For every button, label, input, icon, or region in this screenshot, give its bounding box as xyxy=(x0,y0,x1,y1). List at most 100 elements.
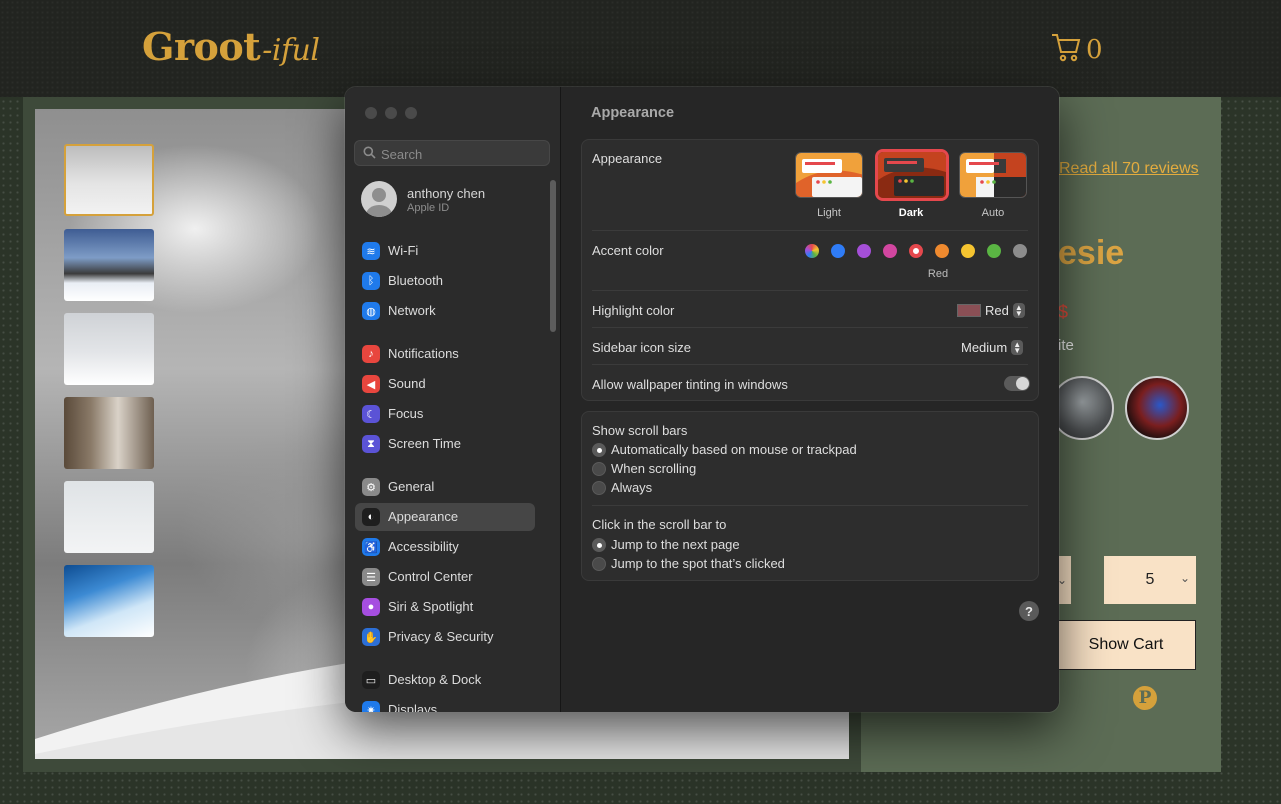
wallpaper-tinting-toggle[interactable] xyxy=(1004,376,1030,391)
accent-color-red[interactable] xyxy=(909,244,923,258)
sidebar-item-general[interactable]: ⚙ General xyxy=(355,473,535,501)
show-cart-button[interactable]: Show Cart xyxy=(1056,620,1196,670)
chevron-down-icon: ⌄ xyxy=(1179,571,1190,585)
site-logo[interactable]: Groot-iful xyxy=(142,24,320,69)
thumbnail-6[interactable] xyxy=(64,565,154,637)
sidebar-scrollbar[interactable] xyxy=(550,180,556,332)
divider xyxy=(592,290,1028,291)
accent-color-orange[interactable] xyxy=(935,244,949,258)
radio-scroll-always[interactable] xyxy=(592,481,606,495)
sidebar-item-label: Accessibility xyxy=(388,539,459,554)
accent-color-green[interactable] xyxy=(987,244,1001,258)
sidebar-item-screen-time[interactable]: ⧗ Screen Time xyxy=(355,430,535,458)
search-field[interactable]: Search xyxy=(354,140,550,166)
sidebar-item-bluetooth[interactable]: ᛒ Bluetooth xyxy=(355,267,535,295)
logo-main: Groot xyxy=(142,24,261,69)
thumbnail-1[interactable] xyxy=(64,144,154,216)
thumbnail-4[interactable] xyxy=(64,397,154,469)
sidebar-item-label: Screen Time xyxy=(388,436,461,451)
sidebar-item-accessibility[interactable]: ♿ Accessibility xyxy=(355,533,535,561)
pinterest-icon[interactable]: P xyxy=(1133,686,1157,710)
sidebar-item-network[interactable]: ◍ Network xyxy=(355,297,535,325)
wifi-icon: ≋ xyxy=(362,242,380,260)
thumbnail-2[interactable] xyxy=(64,229,154,301)
accent-color-pink[interactable] xyxy=(883,244,897,258)
sidebar-item-label: Network xyxy=(388,303,436,318)
click-scroll-bar-label: Click in the scroll bar to xyxy=(592,517,727,532)
appearance-light-option[interactable] xyxy=(795,152,863,198)
logo-suffix: -iful xyxy=(262,33,320,68)
sidebar-item-appearance[interactable]: ◐ Appearance xyxy=(355,503,535,531)
minimize-window-button[interactable] xyxy=(385,107,397,119)
radio-scroll-always-label: Always xyxy=(611,480,653,495)
sidebar-item-desktop-dock[interactable]: ▭ Desktop & Dock xyxy=(355,666,535,694)
product-color-label: ite xyxy=(1058,337,1074,354)
radio-jump-to-spot[interactable] xyxy=(592,557,606,571)
accent-color-multicolor[interactable] xyxy=(805,244,819,258)
color-swatch-2[interactable] xyxy=(1125,376,1189,440)
radio-jump-next-page[interactable] xyxy=(592,538,606,552)
hourglass-icon: ⧗ xyxy=(362,435,380,453)
user-name: anthony chen xyxy=(407,186,486,201)
sidebar-item-privacy-security[interactable]: ✋ Privacy & Security xyxy=(355,623,535,651)
sidebar-item-label: Control Center xyxy=(388,569,473,584)
appearance-dark-option[interactable] xyxy=(875,149,949,201)
divider xyxy=(592,230,1028,231)
accessibility-icon: ♿ xyxy=(362,538,380,556)
user-subtitle: Apple ID xyxy=(407,202,450,214)
quantity-select[interactable]: 5 ⌄ xyxy=(1104,556,1196,604)
sidebar-item-focus[interactable]: ☾ Focus xyxy=(355,400,535,428)
sidebar-item-label: Wi-Fi xyxy=(388,243,419,258)
thumbnail-5[interactable] xyxy=(64,481,154,553)
zoom-window-button[interactable] xyxy=(405,107,417,119)
bell-icon: ♪ xyxy=(362,345,380,363)
product-title: esie xyxy=(1058,234,1125,272)
control-center-icon: ☰ xyxy=(362,568,380,586)
accent-color-graphite[interactable] xyxy=(1013,244,1027,258)
sidebar-item-displays[interactable]: ✷ Displays xyxy=(355,696,535,712)
accent-color-blue[interactable] xyxy=(831,244,845,258)
color-swatch-1[interactable] xyxy=(1050,376,1114,440)
radio-scroll-when-scrolling[interactable] xyxy=(592,462,606,476)
highlight-swatch xyxy=(957,304,981,317)
sidebar-item-label: General xyxy=(388,479,435,494)
show-scroll-bars-label: Show scroll bars xyxy=(592,423,688,438)
help-button[interactable]: ? xyxy=(1019,601,1039,621)
cart-icon xyxy=(1050,32,1082,67)
sidebar-item-control-center[interactable]: ☰ Control Center xyxy=(355,563,535,591)
accent-color-yellow[interactable] xyxy=(961,244,975,258)
radio-scroll-automatic-label: Automatically based on mouse or trackpad xyxy=(611,442,857,457)
accent-color-purple[interactable] xyxy=(857,244,871,258)
sidebar-icon-size-label: Sidebar icon size xyxy=(592,340,691,355)
sidebar-item-label: Sound xyxy=(388,376,426,391)
reviews-link[interactable]: Read all 70 reviews xyxy=(1059,160,1199,178)
siri-icon: ● xyxy=(362,598,380,616)
icon-size-value: Medium xyxy=(961,340,1008,355)
radio-scroll-when-scrolling-label: When scrolling xyxy=(611,461,697,476)
moon-icon: ☾ xyxy=(362,405,380,423)
sidebar-item-label: Focus xyxy=(388,406,424,421)
divider xyxy=(592,505,1028,506)
wallpaper-tinting-label: Allow wallpaper tinting in windows xyxy=(592,377,788,392)
sidebar-item-sound[interactable]: ◀ Sound xyxy=(355,370,535,398)
settings-sidebar: Search anthony chen Apple ID ≋ Wi-Fi ᛒ Blue… xyxy=(345,87,561,712)
sidebar-icon-size-popup[interactable]: Medium ▲ ▼ xyxy=(961,340,1024,355)
cart-link[interactable]: 0 xyxy=(1050,32,1103,67)
settings-content: Appearance Appearance Light Dark Auto Ac… xyxy=(561,87,1059,712)
appearance-auto-option[interactable] xyxy=(959,152,1027,198)
sidebar-item-label: Appearance xyxy=(388,509,459,524)
popup-stepper-icon: ▲ ▼ xyxy=(1012,303,1025,318)
sidebar-item-wi-fi[interactable]: ≋ Wi-Fi xyxy=(355,237,535,265)
toggle-knob xyxy=(1016,377,1029,390)
globe-icon: ◍ xyxy=(362,302,380,320)
site-header: Groot-iful 0 xyxy=(0,0,1281,97)
radio-jump-next-page-label: Jump to the next page xyxy=(611,537,740,552)
hand-icon: ✋ xyxy=(362,628,380,646)
thumbnail-3[interactable] xyxy=(64,313,154,385)
close-window-button[interactable] xyxy=(365,107,377,119)
sidebar-item-siri-spotlight[interactable]: ● Siri & Spotlight xyxy=(355,593,535,621)
display-icon: ✷ xyxy=(362,701,380,712)
highlight-color-popup[interactable]: Red ▲ ▼ xyxy=(957,303,1025,318)
radio-scroll-automatic[interactable] xyxy=(592,443,606,457)
sidebar-item-notifications[interactable]: ♪ Notifications xyxy=(355,340,535,368)
